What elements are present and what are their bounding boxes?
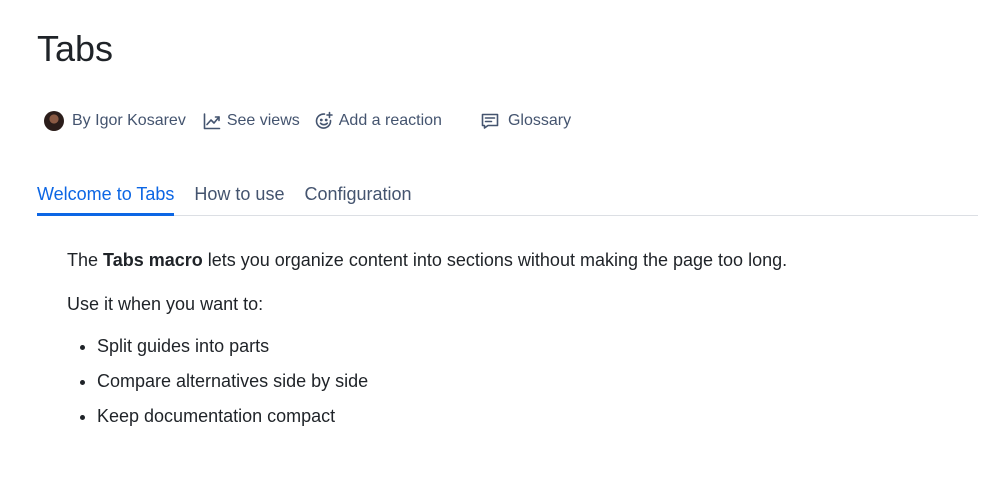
- tab-configuration[interactable]: Configuration: [304, 180, 411, 215]
- tab-panel: The Tabs macro lets you organize content…: [67, 247, 947, 438]
- list-item: Split guides into parts: [97, 333, 947, 359]
- list-item: Compare alternatives side by side: [97, 368, 947, 394]
- intro-bold: Tabs macro: [103, 250, 203, 270]
- tab-welcome-to-tabs[interactable]: Welcome to Tabs: [37, 180, 175, 216]
- add-emoji-icon: [314, 111, 334, 131]
- add-reaction-button[interactable]: Add a reaction: [314, 111, 442, 131]
- see-views-label: See views: [226, 112, 300, 129]
- avatar: [44, 111, 64, 131]
- byline: By Igor Kosarev See views Add a reaction…: [44, 108, 571, 134]
- tab-how-to-use[interactable]: How to use: [194, 180, 284, 215]
- glossary-label: Glossary: [507, 112, 572, 129]
- intro-paragraph: The Tabs macro lets you organize content…: [67, 247, 947, 273]
- add-reaction-label: Add a reaction: [338, 112, 442, 129]
- author-link[interactable]: By Igor Kosarev: [44, 111, 186, 131]
- see-views-button[interactable]: See views: [202, 111, 300, 131]
- intro-prefix: The: [67, 250, 104, 270]
- trend-line-icon: [202, 111, 222, 131]
- tab-bar: Welcome to Tabs How to use Configuration: [37, 180, 978, 216]
- author-label: By Igor Kosarev: [72, 112, 186, 129]
- use-case-list: Split guides into parts Compare alternat…: [67, 333, 947, 429]
- page-title: Tabs: [37, 28, 114, 69]
- page: Tabs By Igor Kosarev See views Add a rea…: [0, 0, 999, 477]
- glossary-button[interactable]: Glossary: [480, 111, 571, 131]
- list-item: Keep documentation compact: [97, 403, 947, 429]
- intro-suffix: lets you organize content into sections …: [202, 250, 788, 270]
- use-when-paragraph: Use it when you want to:: [67, 294, 264, 314]
- glossary-icon: [480, 111, 500, 131]
